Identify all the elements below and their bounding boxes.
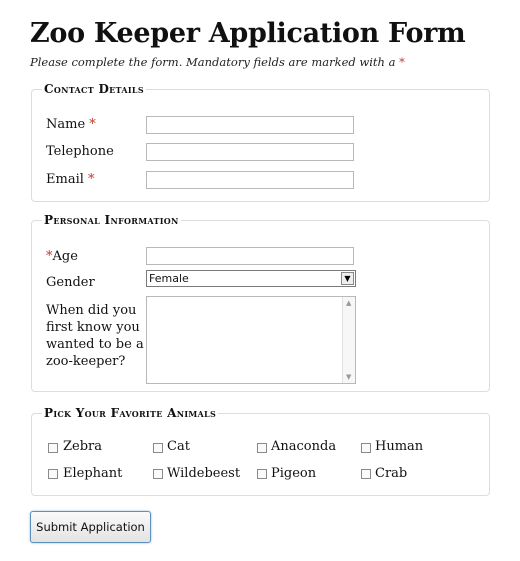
textarea-scrollbar[interactable]: ▲ ▼ — [342, 297, 355, 383]
gender-selected-value: Female — [149, 272, 189, 285]
checkbox-anaconda[interactable] — [257, 443, 267, 453]
checkbox-label-human: Human — [375, 439, 424, 454]
checkbox-label-elephant: Elephant — [63, 466, 123, 481]
telephone-label: Telephone — [46, 144, 114, 159]
required-marker: * — [399, 55, 405, 69]
submit-application-button[interactable]: Submit Application — [30, 511, 151, 543]
arrow-up-icon[interactable]: ▲ — [346, 299, 351, 307]
gender-label: Gender — [46, 275, 95, 290]
favorite-animals-legend: Pick Your Favorite Animals — [42, 406, 219, 420]
arrow-down-icon[interactable]: ▼ — [346, 373, 351, 381]
telephone-field[interactable] — [146, 143, 354, 161]
gender-select[interactable]: Female ▼ — [146, 270, 356, 287]
age-label-text: Age — [52, 249, 78, 264]
email-field[interactable] — [146, 171, 354, 189]
instructions-text: Please complete the form. Mandatory fiel… — [30, 55, 396, 69]
chevron-down-icon[interactable]: ▼ — [341, 272, 354, 285]
checkbox-wildebeest[interactable] — [153, 469, 163, 479]
personal-information-section: Personal Information *Age Gender Female … — [31, 213, 490, 392]
question-line: first know you — [46, 320, 140, 335]
checkbox-human[interactable] — [361, 443, 371, 453]
checkbox-label-crab: Crab — [375, 466, 408, 481]
checkbox-elephant[interactable] — [48, 469, 58, 479]
form-instructions: Please complete the form. Mandatory fiel… — [30, 55, 405, 69]
question-line: zoo-keeper? — [46, 354, 126, 369]
checkbox-label-pigeon: Pigeon — [271, 466, 317, 481]
required-marker: * — [89, 117, 96, 132]
checkbox-label-cat: Cat — [167, 439, 190, 454]
name-field[interactable] — [146, 116, 354, 134]
checkbox-cat[interactable] — [153, 443, 163, 453]
age-label: *Age — [46, 249, 78, 264]
question-label: When did you first know you wanted to be… — [46, 302, 144, 370]
email-label-text: Email — [46, 172, 84, 187]
age-field[interactable] — [146, 247, 354, 265]
favorite-animals-section: Pick Your Favorite Animals Zebra Cat Ana… — [31, 406, 490, 496]
checkbox-label-anaconda: Anaconda — [271, 439, 337, 454]
checkbox-zebra[interactable] — [48, 443, 58, 453]
question-line: wanted to be a — [46, 337, 144, 352]
application-form: Zoo Keeper Application Form Please compl… — [0, 0, 520, 561]
checkbox-label-wildebeest: Wildebeest — [167, 466, 241, 481]
checkbox-crab[interactable] — [361, 469, 371, 479]
checkbox-label-zebra: Zebra — [63, 439, 103, 454]
email-label: Email * — [46, 172, 95, 187]
checkbox-pigeon[interactable] — [257, 469, 267, 479]
page-title: Zoo Keeper Application Form — [30, 18, 466, 49]
question-line: When did you — [46, 303, 137, 318]
contact-details-legend: Contact Details — [42, 82, 146, 96]
required-marker: * — [88, 172, 95, 187]
name-label-text: Name — [46, 117, 86, 132]
personal-information-legend: Personal Information — [42, 213, 181, 227]
name-label: Name * — [46, 117, 96, 132]
zookeeper-answer-textarea[interactable]: ▲ ▼ — [146, 296, 356, 384]
contact-details-section: Contact Details Name * Telephone Email * — [31, 82, 490, 202]
